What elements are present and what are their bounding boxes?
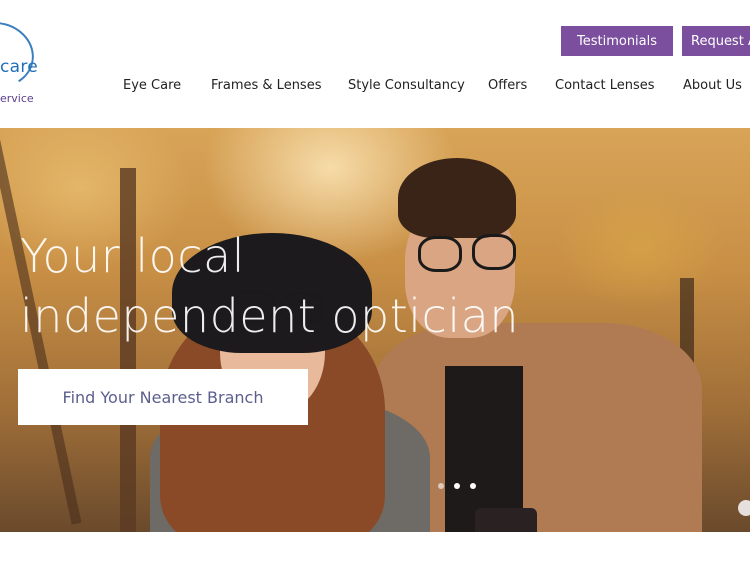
coffee-cup-icon bbox=[475, 508, 537, 532]
slider-dot[interactable] bbox=[454, 483, 460, 489]
hero-title-line1: Your local bbox=[20, 229, 246, 283]
nav-item-style-consultancy[interactable]: Style Consultancy bbox=[348, 78, 465, 93]
slider-dot[interactable] bbox=[438, 483, 444, 489]
nav-item-offers[interactable]: Offers bbox=[488, 78, 527, 93]
testimonials-button[interactable]: Testimonials bbox=[561, 26, 673, 56]
nav-item-about-us[interactable]: About Us bbox=[683, 78, 742, 93]
nav-item-eye-care[interactable]: Eye Care bbox=[123, 78, 181, 93]
hero-banner: Your local independent optician Find You… bbox=[0, 128, 750, 532]
hero-title: Your local independent optician bbox=[20, 226, 519, 346]
find-branch-button[interactable]: Find Your Nearest Branch bbox=[18, 369, 308, 425]
hero-background-tree bbox=[120, 168, 136, 532]
hero-title-line2: independent optician bbox=[20, 289, 519, 343]
logo-text-line1: care bbox=[0, 57, 39, 77]
request-appointment-button[interactable]: Request A bbox=[682, 26, 750, 56]
nav-item-contact-lenses[interactable]: Contact Lenses bbox=[555, 78, 655, 93]
logo[interactable]: care ervice bbox=[0, 0, 60, 125]
main-nav: Eye Care Frames & Lenses Style Consultan… bbox=[0, 78, 750, 96]
slider-dots bbox=[438, 483, 476, 489]
nav-item-frames-lenses[interactable]: Frames & Lenses bbox=[211, 78, 321, 93]
side-tab-icon[interactable] bbox=[738, 500, 750, 516]
slider-dot[interactable] bbox=[470, 483, 476, 489]
